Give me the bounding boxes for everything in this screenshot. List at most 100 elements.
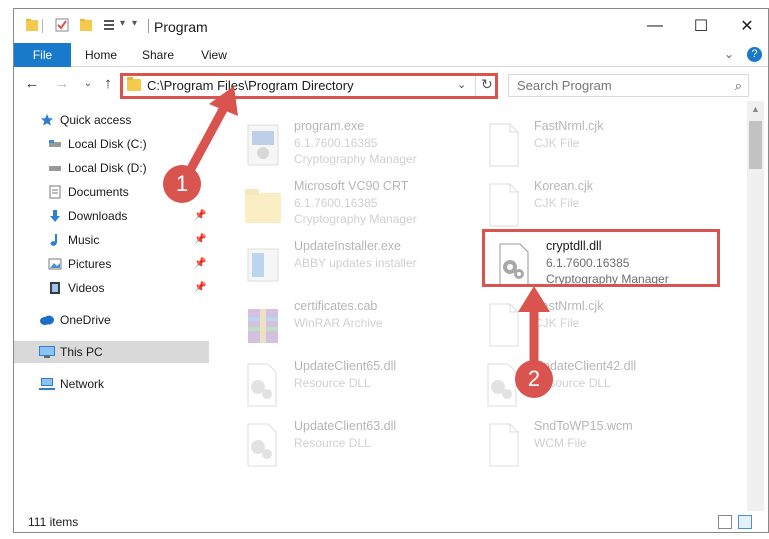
computer-icon (39, 346, 55, 358)
download-icon (50, 210, 60, 222)
sidebar-item-quick-access[interactable]: Quick access (14, 109, 209, 131)
sidebar-item-label: Downloads (68, 209, 128, 223)
sidebar-item-videos[interactable]: Videos 📌 (14, 277, 209, 299)
sidebar-item-label: OneDrive (60, 313, 111, 327)
sidebar-item-network[interactable]: Network (14, 373, 209, 395)
sidebar-item-label: Network (60, 377, 105, 391)
tab-home[interactable]: Home (77, 43, 125, 67)
file-version: CJK File (534, 316, 580, 330)
callout-2: 2 (515, 360, 553, 398)
properties-icon[interactable] (54, 17, 70, 33)
file-list: program.exe 6.1.7600.16385 Cryptography … (212, 101, 746, 511)
file-version: WCM File (534, 436, 587, 450)
file-version: CJK File (534, 136, 580, 150)
help-icon[interactable]: ? (747, 47, 762, 62)
quick-access-dropdown-icon[interactable]: ▾ (132, 18, 137, 29)
vertical-scrollbar[interactable]: ▲ (747, 101, 764, 511)
file-description: Cryptography Manager (294, 212, 417, 226)
file-name: Microsoft VC90 CRT (294, 179, 409, 193)
scroll-up-icon[interactable]: ▲ (747, 101, 764, 118)
blank-file-icon (489, 303, 519, 347)
search-input[interactable] (509, 75, 724, 96)
ribbon-collapse-icon[interactable]: ⌄ (724, 47, 734, 61)
sidebar-item-music[interactable]: Music 📌 (14, 229, 209, 251)
sidebar-item-label: Pictures (68, 257, 112, 271)
file-item-fastnrml-cjk[interactable]: FastNrml.cjk CJK File (482, 119, 722, 175)
forward-button[interactable]: → (52, 75, 72, 93)
file-version: ABBY updates installer (294, 256, 417, 270)
installer-icon (247, 248, 279, 282)
file-item-fastnrml-cjk-2[interactable]: FastNrml.cjk CJK File (482, 299, 722, 355)
file-name: SndToWP15.wcm (534, 419, 633, 433)
file-item-microsoft-vc90-crt[interactable]: Microsoft VC90 CRT 6.1.7600.16385 Crypto… (242, 179, 482, 235)
callout-1: 1 (163, 165, 201, 203)
sidebar-item-this-pc[interactable]: This PC (14, 341, 209, 363)
file-description: Cryptography Manager (294, 152, 417, 166)
cloud-icon (40, 315, 54, 325)
drive-icon (49, 140, 61, 147)
file-version: 6.1.7600.16385 (294, 196, 378, 210)
sidebar-item-label: Videos (68, 281, 105, 295)
sidebar-item-downloads[interactable]: Downloads 📌 (14, 205, 209, 227)
maximize-button[interactable]: ☐ (678, 9, 724, 43)
pin-icon[interactable]: 📌 (194, 253, 206, 275)
item-count: 111 items (28, 515, 79, 529)
dll-gear-icon (247, 423, 277, 467)
status-bar: 111 items (14, 511, 768, 532)
exe-icon (247, 124, 279, 166)
file-item-program-exe[interactable]: program.exe 6.1.7600.16385 Cryptography … (242, 119, 482, 175)
search-box[interactable]: ⌕ (508, 74, 749, 97)
file-version: 6.1.7600.16385 (294, 136, 378, 150)
up-button[interactable]: ↑ (98, 75, 118, 93)
back-button[interactable]: ← (22, 75, 42, 93)
sidebar-item-label: Quick access (60, 113, 132, 127)
pin-icon[interactable]: 📌 (194, 229, 206, 251)
network-icon (39, 378, 55, 390)
recent-locations-button[interactable]: ⌄ (78, 75, 98, 93)
folder-icon (26, 19, 38, 31)
file-name: program.exe (294, 119, 365, 133)
file-item-korean-cjk[interactable]: Korean.cjk CJK File (482, 179, 722, 235)
drive-icon (49, 166, 61, 171)
tab-view[interactable]: View (192, 43, 236, 67)
folder-icon (245, 189, 281, 223)
sidebar-item-onedrive[interactable]: OneDrive (14, 309, 209, 331)
address-row: ← → ⌄ ↑ C:\Program Files\Program Directo… (14, 67, 768, 101)
scroll-thumb[interactable] (749, 121, 762, 169)
pin-icon[interactable]: 📌 (194, 205, 206, 227)
blank-file-icon (489, 123, 519, 167)
star-icon (41, 114, 53, 126)
close-button[interactable]: ✕ (724, 9, 768, 43)
sidebar-item-pictures[interactable]: Pictures 📌 (14, 253, 209, 275)
large-icons-view-icon[interactable] (738, 515, 752, 529)
details-view-icon[interactable] (718, 515, 732, 529)
search-icon[interactable]: ⌕ (735, 78, 742, 94)
dll-gear-icon (247, 363, 277, 407)
file-item-updateclient65-dll[interactable]: UpdateClient65.dll Resource DLL (242, 359, 482, 415)
ribbon-tabs: File Home Share View ⌄ ? (14, 43, 768, 67)
pictures-icon (48, 258, 62, 270)
blank-file-icon (489, 183, 519, 227)
music-icon (50, 234, 57, 246)
new-folder-icon[interactable] (78, 17, 94, 33)
archive-icon (248, 309, 278, 343)
address-highlight-box (120, 73, 498, 99)
tab-share[interactable]: Share (134, 43, 182, 67)
sidebar-item-label: Local Disk (D:) (68, 161, 147, 175)
chevron-down-icon[interactable]: ▾ (120, 18, 125, 29)
pin-icon[interactable]: 📌 (194, 277, 206, 299)
tab-file[interactable]: File (14, 43, 71, 67)
videos-icon (50, 282, 60, 294)
file-item-sndtowp15-wcm[interactable]: SndToWP15.wcm WCM File (482, 419, 722, 475)
blank-file-icon (489, 423, 519, 467)
file-item-updateinstaller-exe[interactable]: UpdateInstaller.exe ABBY updates install… (242, 239, 482, 295)
sidebar-item-label: This PC (60, 345, 103, 359)
customize-toolbar-icon[interactable] (102, 17, 118, 33)
file-item-updateclient63-dll[interactable]: UpdateClient63.dll Resource DLL (242, 419, 482, 475)
file-name: UpdateClient63.dll (294, 419, 397, 433)
minimize-button[interactable]: — (632, 9, 678, 43)
sidebar-item-local-disk-c[interactable]: Local Disk (C:) (14, 133, 209, 155)
file-item-certificates-cab[interactable]: certificates.cab WinRAR Archive (242, 299, 482, 355)
documents-icon (49, 185, 61, 199)
file-name: FastNrml.cjk (534, 119, 604, 133)
